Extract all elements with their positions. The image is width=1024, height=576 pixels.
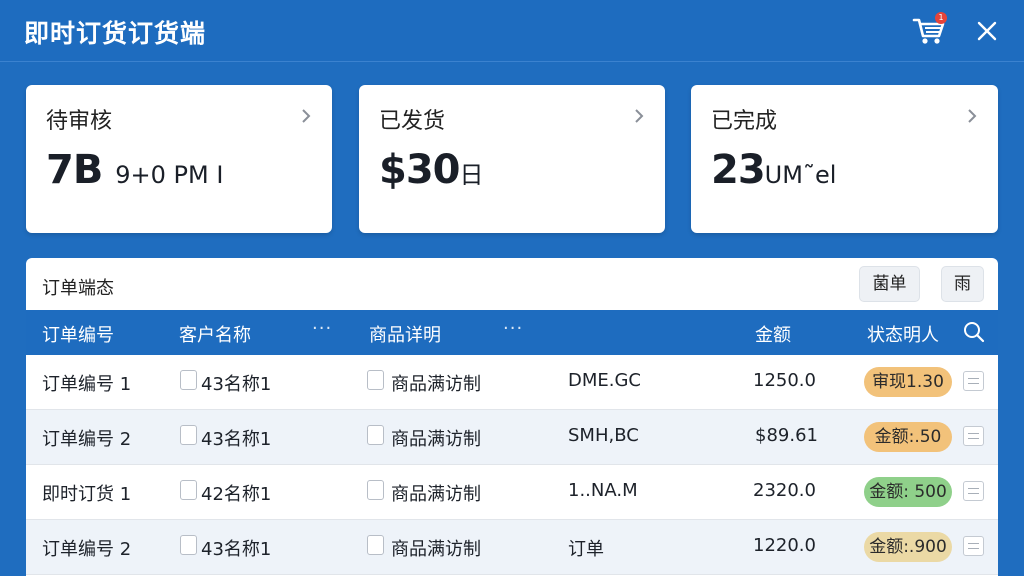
- cell-order-no: 订单编号 2: [42, 429, 132, 450]
- table-row[interactable]: 订单编号 2 43名称1 商品满访制 SMH,BC $89.61 金额:.50: [26, 410, 998, 465]
- cell-amount: 1250.0: [753, 370, 816, 391]
- row-checkbox[interactable]: [180, 480, 197, 500]
- card-completed[interactable]: 已完成 23UM˜el: [691, 85, 998, 233]
- status-badge: 金额:.50: [864, 422, 952, 452]
- cell-amount: $89.61: [755, 425, 818, 446]
- cell-order-no: 订单编号 2: [42, 539, 132, 560]
- orders-panel: 订单端态 菌单 雨 订单编号 客户名称 ··· 商品详明 ··· 金额 状态明人…: [26, 258, 998, 576]
- cell-customer: 43名称1: [201, 374, 272, 395]
- row-checkbox[interactable]: [367, 370, 384, 390]
- cell-detail: 商品满访制: [391, 374, 481, 395]
- header-customer[interactable]: 客户名称: [179, 321, 251, 347]
- more-icon[interactable]: ···: [312, 318, 332, 339]
- card-value: 23UM˜el: [711, 147, 836, 193]
- cell-detail: 商品满访制: [391, 484, 481, 505]
- cell-detail: 商品满访制: [391, 539, 481, 560]
- cell-code: SMH,BC: [568, 425, 639, 446]
- card-value-main: 23: [711, 147, 766, 193]
- chevron-right-icon: [968, 109, 977, 123]
- cell-order-no: 即时订货 1: [42, 484, 132, 505]
- panel-button-menu[interactable]: 菌单: [859, 266, 920, 302]
- row-checkbox[interactable]: [180, 535, 197, 555]
- card-label: 已发货: [379, 109, 446, 134]
- card-value-suffix: 9+0 PM I: [115, 161, 224, 189]
- header-order-no[interactable]: 订单编号: [42, 321, 114, 347]
- cell-code: 订单: [568, 539, 604, 560]
- card-value-suffix: 日: [459, 161, 484, 189]
- row-menu-icon[interactable]: [963, 426, 984, 446]
- cell-amount: 2320.0: [753, 480, 816, 501]
- panel-button-filter[interactable]: 雨: [941, 266, 984, 302]
- row-checkbox[interactable]: [367, 480, 384, 500]
- row-menu-icon[interactable]: [963, 481, 984, 501]
- table-row[interactable]: 即时订货 1 42名称1 商品满访制 1..NA.M 2320.0 金额: 50…: [26, 465, 998, 520]
- cell-customer: 43名称1: [201, 429, 272, 450]
- card-label: 待审核: [46, 109, 113, 134]
- row-menu-icon[interactable]: [963, 536, 984, 556]
- card-pending-review[interactable]: 待审核 7B 9+0 PM I: [26, 85, 332, 233]
- header-detail[interactable]: 商品详明: [369, 321, 441, 347]
- cell-code: DME.GC: [568, 370, 642, 391]
- card-value: 7B 9+0 PM I: [46, 147, 223, 193]
- chevron-right-icon: [302, 109, 311, 123]
- cell-customer: 42名称1: [201, 484, 272, 505]
- card-value-main: 7B: [46, 147, 103, 193]
- header-status[interactable]: 状态明人: [867, 321, 939, 347]
- table-header: 订单编号 客户名称 ··· 商品详明 ··· 金额 状态明人: [26, 310, 998, 355]
- close-icon[interactable]: [974, 18, 1000, 44]
- cart-badge: 1: [935, 12, 947, 24]
- card-value-suffix: UM˜el: [764, 161, 837, 189]
- more-icon[interactable]: ···: [503, 318, 523, 339]
- header-amount[interactable]: 金额: [755, 321, 791, 347]
- cell-detail: 商品满访制: [391, 429, 481, 450]
- card-value-main: $30: [379, 147, 460, 193]
- table-row[interactable]: 订单编号 1 43名称1 商品满访制 DME.GC 1250.0 审现1.30: [26, 355, 998, 410]
- cell-code: 1..NA.M: [568, 480, 638, 501]
- cell-order-no: 订单编号 1: [42, 374, 132, 395]
- app-header: 即时订货订货端 1: [0, 0, 1024, 62]
- card-value: $30日: [379, 147, 484, 193]
- card-shipped[interactable]: 已发货 $30日: [359, 85, 665, 233]
- cell-amount: 1220.0: [753, 535, 816, 556]
- status-badge: 金额: 500: [864, 477, 952, 507]
- row-checkbox[interactable]: [180, 370, 197, 390]
- row-checkbox[interactable]: [367, 535, 384, 555]
- row-menu-icon[interactable]: [963, 371, 984, 391]
- row-checkbox[interactable]: [367, 425, 384, 445]
- cell-customer: 43名称1: [201, 539, 272, 560]
- table-row[interactable]: 订单编号 2 43名称1 商品满访制 订单 1220.0 金额:.900: [26, 520, 998, 575]
- chevron-right-icon: [635, 109, 644, 123]
- app-title: 即时订货订货端: [24, 19, 207, 48]
- row-checkbox[interactable]: [180, 425, 197, 445]
- search-icon[interactable]: [962, 320, 986, 344]
- status-badge: 金额:.900: [864, 532, 952, 562]
- card-label: 已完成: [711, 109, 778, 134]
- status-badge: 审现1.30: [864, 367, 952, 397]
- panel-title: 订单端态: [42, 278, 114, 299]
